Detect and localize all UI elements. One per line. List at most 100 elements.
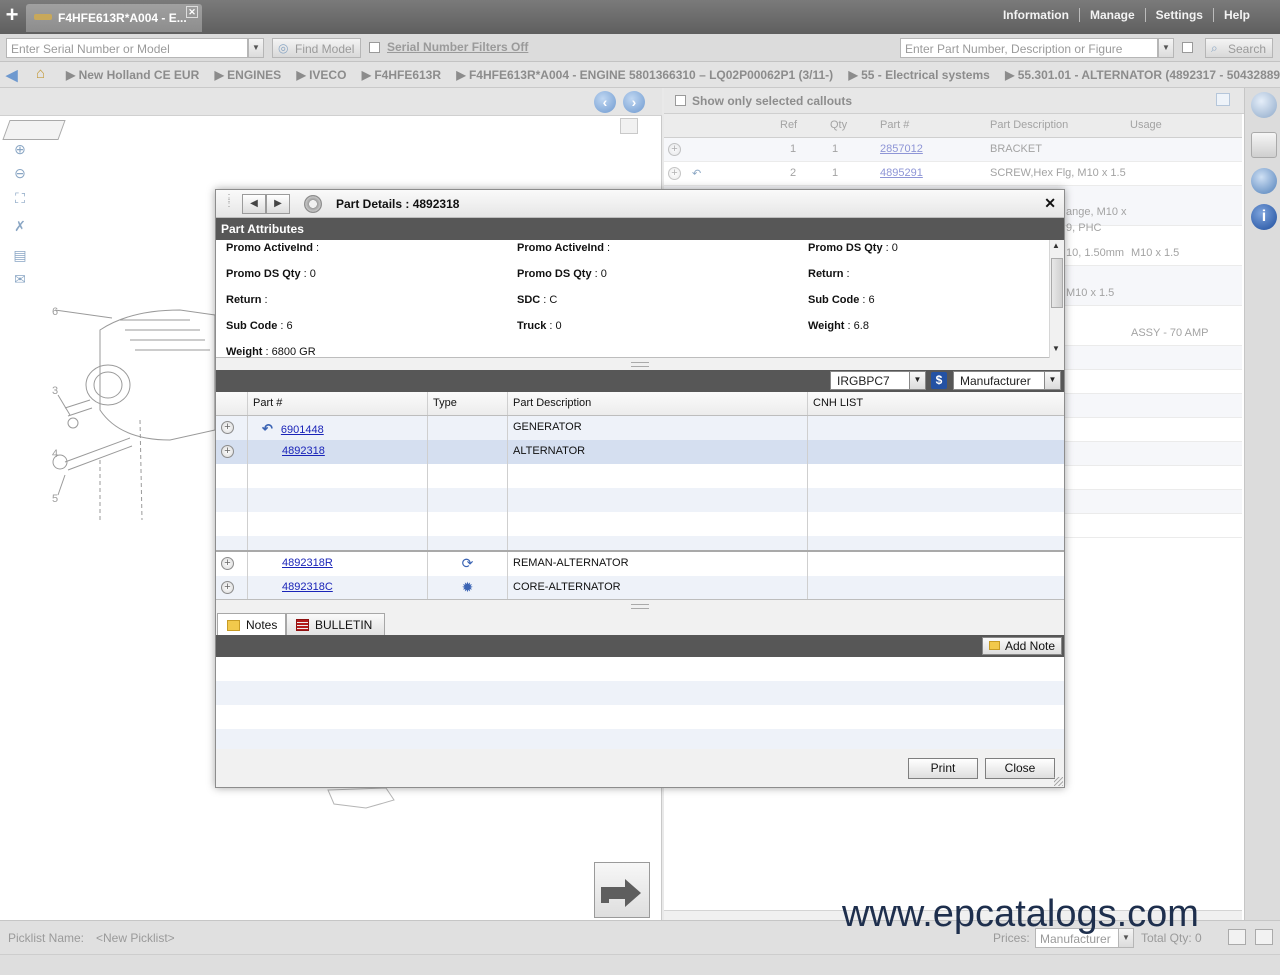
tab-current[interactable]: F4HFE613R*A004 - E... ✕ bbox=[26, 4, 202, 32]
new-tab-plus-icon[interactable]: + bbox=[2, 4, 22, 28]
table-row[interactable]: + 4892318R ⟳ REMAN-ALTERNATOR bbox=[216, 552, 1064, 576]
dollar-icon[interactable]: $ bbox=[931, 372, 947, 389]
expand-plus-icon[interactable]: + bbox=[668, 143, 681, 156]
show-selected-checkbox[interactable] bbox=[675, 95, 686, 106]
clear-selection-icon[interactable]: ✗ bbox=[11, 217, 29, 235]
breadcrumb-item[interactable]: New Holland CE EUR bbox=[79, 68, 200, 82]
menu-manage[interactable]: Manage bbox=[1080, 8, 1146, 22]
column-header-description[interactable]: Part Description bbox=[986, 119, 1126, 131]
home-icon[interactable]: ⌂ bbox=[36, 65, 45, 82]
settings-gear-icon[interactable] bbox=[304, 195, 322, 213]
zoom-in-icon[interactable]: ⊕ bbox=[11, 140, 29, 158]
expand-plus-icon[interactable]: + bbox=[221, 421, 234, 434]
callout-5[interactable]: 5 bbox=[52, 493, 58, 505]
notes-panel-icon[interactable] bbox=[1251, 132, 1277, 158]
callout-3[interactable]: 3 bbox=[52, 385, 58, 397]
breadcrumb-item[interactable]: IVECO bbox=[309, 68, 346, 82]
part-search-dropdown-button[interactable]: ▼ bbox=[1158, 38, 1174, 58]
callout-6[interactable]: 6 bbox=[52, 306, 58, 318]
part-number-link[interactable]: 4892318C bbox=[282, 581, 333, 593]
scroll-up-icon[interactable]: ▲ bbox=[1052, 241, 1060, 250]
table-row[interactable]: + 1 1 2857012 BRACKET bbox=[664, 138, 1242, 162]
alternator-diagram[interactable] bbox=[40, 290, 215, 520]
column-header-part[interactable]: Part # bbox=[248, 392, 428, 415]
expand-plus-icon[interactable]: + bbox=[221, 581, 234, 594]
column-header-cnh-list[interactable]: CNH LIST bbox=[808, 392, 1064, 415]
price-code-select[interactable]: IRGBPC7 ▼ bbox=[830, 371, 926, 390]
column-header-part[interactable]: Part # bbox=[876, 119, 986, 131]
close-button[interactable]: Close bbox=[985, 758, 1055, 779]
tab-bulletin[interactable]: BULLETIN bbox=[286, 613, 385, 635]
table-row[interactable]: + ↶ 2 1 4895291 SCREW,Hex Flg, M10 x 1.5 bbox=[664, 162, 1242, 186]
breadcrumb-item[interactable]: ENGINES bbox=[227, 68, 281, 82]
breadcrumb-item[interactable]: F4HFE613R*A004 - ENGINE 5801366310 – LQ0… bbox=[469, 68, 833, 82]
column-header-usage[interactable]: Usage bbox=[1126, 119, 1236, 131]
part-search-checkbox[interactable] bbox=[1182, 42, 1193, 53]
column-header-qty[interactable]: Qty bbox=[826, 119, 876, 131]
next-figure-icon[interactable]: › bbox=[623, 91, 645, 113]
part-search-input[interactable]: Enter Part Number, Description or Figure bbox=[900, 38, 1158, 58]
print-icon[interactable]: ▤ bbox=[11, 246, 29, 264]
table-row[interactable]: + 4892318 ALTERNATOR bbox=[216, 440, 1064, 464]
zoom-out-icon[interactable]: ⊖ bbox=[11, 164, 29, 182]
serial-filter-checkbox[interactable] bbox=[369, 42, 380, 53]
search-button[interactable]: ⌕ Search bbox=[1205, 38, 1274, 58]
menu-information[interactable]: Information bbox=[993, 8, 1080, 22]
add-note-button[interactable]: Add Note bbox=[982, 637, 1063, 655]
fit-to-window-icon[interactable]: ⛶ bbox=[11, 189, 29, 207]
table-row[interactable]: + ↶ 6901448 GENERATOR bbox=[216, 416, 1064, 440]
part-number-link[interactable]: 4892318R bbox=[282, 557, 333, 569]
export-arrow-icon[interactable] bbox=[594, 862, 650, 918]
breadcrumb-item[interactable]: F4HFE613R bbox=[374, 68, 441, 82]
email-icon[interactable]: ✉ bbox=[11, 270, 29, 288]
picklist-toggle-icon[interactable] bbox=[1255, 929, 1273, 945]
columns-icon[interactable] bbox=[1216, 93, 1230, 106]
breadcrumb-item[interactable]: 55.301.01 - ALTERNATOR (4892317 - 504328… bbox=[1018, 68, 1280, 82]
breadcrumb-item[interactable]: 55 - Electrical systems bbox=[861, 68, 990, 82]
serial-input[interactable]: Enter Serial Number or Model bbox=[6, 38, 248, 58]
previous-figure-icon[interactable]: ‹ bbox=[594, 91, 616, 113]
expand-plus-icon[interactable]: + bbox=[221, 557, 234, 570]
scroll-thumb[interactable] bbox=[1051, 258, 1063, 308]
expand-panel-icon[interactable] bbox=[620, 118, 638, 134]
table-row[interactable]: + 4892318C ✹ CORE-ALTERNATOR bbox=[216, 576, 1064, 600]
globe-icon[interactable] bbox=[1251, 168, 1277, 194]
back-arrow-icon[interactable]: ◀ bbox=[6, 66, 18, 84]
serial-filters-link[interactable]: Serial Number Filters Off bbox=[387, 40, 528, 54]
chevron-down-icon[interactable]: ▼ bbox=[1044, 372, 1060, 389]
serial-dropdown-button[interactable]: ▼ bbox=[248, 38, 264, 58]
expand-plus-icon[interactable]: + bbox=[221, 445, 234, 458]
chevron-down-icon[interactable]: ▼ bbox=[909, 372, 925, 389]
expand-plus-icon[interactable]: + bbox=[668, 167, 681, 180]
price-type-select[interactable]: Manufacturer ▼ bbox=[953, 371, 1061, 390]
find-model-button[interactable]: ◎ Find Model bbox=[272, 38, 362, 58]
part-number-link[interactable]: 4895291 bbox=[880, 167, 923, 179]
part-number-link[interactable]: 4892318 bbox=[282, 445, 325, 457]
part-number-link[interactable]: 2857012 bbox=[880, 143, 923, 155]
splitter-handle[interactable] bbox=[631, 604, 649, 609]
magnifier-icon[interactable] bbox=[1251, 92, 1277, 118]
close-icon[interactable]: ✕ bbox=[1044, 195, 1056, 212]
previous-part-button[interactable]: ◀ bbox=[242, 194, 266, 214]
menu-settings[interactable]: Settings bbox=[1146, 8, 1214, 22]
close-tab-icon[interactable]: ✕ bbox=[186, 6, 198, 18]
select-tool-icon[interactable] bbox=[2, 120, 66, 140]
column-header-type[interactable]: Type bbox=[428, 392, 508, 415]
info-icon[interactable]: i bbox=[1251, 204, 1277, 230]
part-number-link[interactable]: 6901448 bbox=[281, 424, 324, 436]
menu-help[interactable]: Help bbox=[1214, 8, 1260, 22]
column-header-ref[interactable]: Ref bbox=[776, 119, 826, 131]
column-header-description[interactable]: Part Description bbox=[508, 392, 808, 415]
tab-notes[interactable]: Notes bbox=[217, 613, 286, 635]
resize-grip-icon[interactable] bbox=[1054, 777, 1063, 786]
drag-grip-icon[interactable]: ⋮ ⋮ bbox=[224, 194, 234, 210]
scroll-down-icon[interactable]: ▼ bbox=[1052, 344, 1060, 353]
picklist-name[interactable]: <New Picklist> bbox=[96, 931, 175, 945]
attributes-scrollbar[interactable]: ▲ ▼ bbox=[1049, 240, 1064, 358]
splitter-handle[interactable] bbox=[631, 362, 649, 367]
callout-4[interactable]: 4 bbox=[52, 448, 58, 460]
picklist-window-icon[interactable] bbox=[1228, 929, 1246, 945]
dialog-title-bar[interactable]: ⋮ ⋮ ◀ ▶ Part Details : 4892318 ✕ bbox=[216, 190, 1064, 218]
print-button[interactable]: Print bbox=[908, 758, 978, 779]
next-part-button[interactable]: ▶ bbox=[266, 194, 290, 214]
